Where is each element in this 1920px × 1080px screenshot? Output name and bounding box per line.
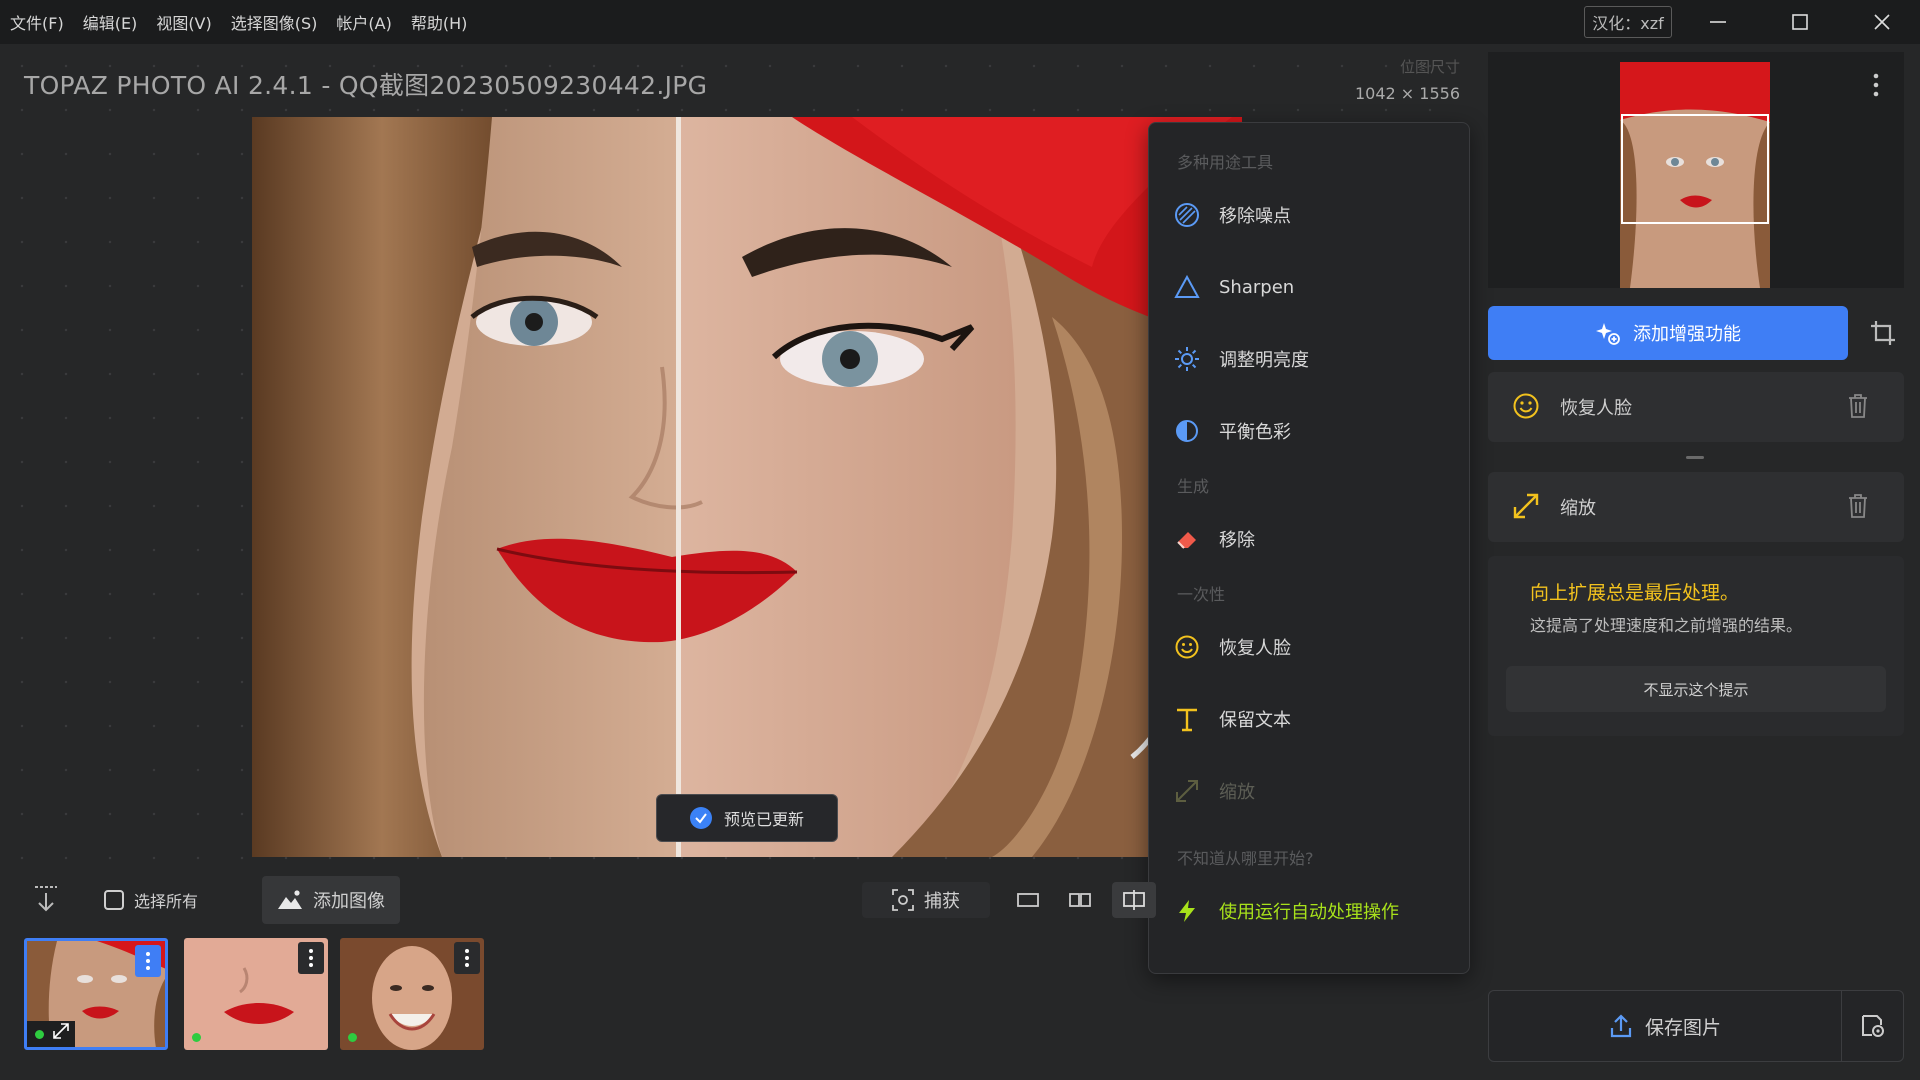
- menu-view[interactable]: 视图(V): [156, 10, 211, 34]
- menu-account[interactable]: 帐户(A): [336, 10, 391, 34]
- close-button[interactable]: [1850, 0, 1914, 44]
- save-bar: 保存图片: [1488, 990, 1904, 1062]
- delete-upscale-button[interactable]: [1846, 492, 1870, 524]
- menu-item-brightness[interactable]: 调整明亮度: [1173, 339, 1309, 379]
- menu-help[interactable]: 帮助(H): [411, 10, 468, 34]
- section-one-time: 一次性: [1177, 585, 1226, 604]
- denoise-icon: [1173, 201, 1201, 229]
- split-view-icon: [1123, 890, 1145, 910]
- thumb-more-button[interactable]: [454, 942, 480, 974]
- section-generate: 生成: [1177, 477, 1210, 496]
- preview-updated-toast: 预览已更新: [656, 794, 838, 842]
- side-by-side-icon: [1069, 893, 1091, 907]
- maximize-icon: [1792, 14, 1808, 30]
- add-image-button[interactable]: 添加图像: [262, 876, 400, 924]
- menu-item-recover-face[interactable]: 恢复人脸: [1173, 627, 1291, 667]
- thumb-more-button[interactable]: [135, 945, 161, 977]
- upscale-badge-icon: [53, 1023, 69, 1043]
- maximize-button[interactable]: [1768, 0, 1832, 44]
- tip-title: 向上扩展总是最后处理。: [1530, 582, 1740, 604]
- menu-edit[interactable]: 编辑(E): [83, 10, 138, 34]
- text-t-icon: [1173, 705, 1201, 733]
- import-arrow-icon: [35, 886, 57, 912]
- more-vertical-icon: [146, 952, 150, 970]
- drag-handle[interactable]: [1686, 456, 1704, 459]
- tip-body: 这提高了处理速度和之前增强的结果。: [1530, 616, 1803, 635]
- title-bar: 文件(F) 编辑(E) 视图(V) 选择图像(S) 帐户(A) 帮助(H) 汉化…: [0, 0, 1920, 44]
- enhancement-card-upscale[interactable]: 缩放: [1488, 472, 1904, 542]
- checkbox-box[interactable]: [104, 890, 124, 910]
- color-balance-icon: [1173, 417, 1201, 445]
- smiley-face-icon: [1173, 633, 1201, 661]
- filmstrip-thumb-1[interactable]: [24, 938, 168, 1050]
- more-vertical-icon: [465, 949, 469, 967]
- minimize-icon: [1710, 21, 1726, 23]
- comparison-divider[interactable]: [676, 117, 681, 857]
- eraser-icon: [1173, 525, 1201, 553]
- filmstrip-thumb-2[interactable]: [184, 938, 328, 1050]
- upload-icon: [1610, 1014, 1632, 1038]
- status-dot: [192, 1033, 201, 1042]
- crop-button[interactable]: [1862, 306, 1904, 360]
- save-settings-icon: [1862, 1015, 1884, 1037]
- sparkle-add-icon: [1596, 323, 1620, 345]
- close-icon: [1874, 14, 1890, 30]
- check-icon: [689, 807, 712, 829]
- save-options-button[interactable]: [1842, 991, 1904, 1061]
- navigator-viewport-frame[interactable]: [1621, 114, 1769, 224]
- split-view-button[interactable]: [1112, 882, 1156, 918]
- filmstrip-thumb-3[interactable]: [340, 938, 484, 1050]
- menu-item-sharpen[interactable]: Sharpen: [1173, 267, 1294, 307]
- import-button[interactable]: [32, 884, 60, 918]
- portrait-image: [252, 117, 1242, 857]
- menu-item-remove[interactable]: 移除: [1173, 519, 1255, 559]
- more-vertical-icon: [309, 949, 313, 967]
- section-help: 不知道从哪里开始?: [1177, 849, 1314, 868]
- menu-item-upscale: 缩放: [1173, 771, 1255, 811]
- minimize-button[interactable]: [1686, 0, 1750, 44]
- capture-button[interactable]: 捕获: [862, 882, 990, 918]
- toast-text: 预览已更新: [723, 810, 804, 829]
- single-view-icon: [1017, 893, 1039, 907]
- sun-icon: [1173, 345, 1201, 373]
- preview-image[interactable]: [252, 117, 1242, 857]
- mountain-image-icon: [278, 890, 302, 909]
- section-multipurpose: 多种用途工具: [1177, 153, 1274, 172]
- menu-item-balance-color[interactable]: 平衡色彩: [1173, 411, 1291, 451]
- trash-icon: [1849, 494, 1867, 518]
- image-size-value: 1042 × 1556: [1354, 84, 1460, 103]
- menu-item-preserve-text[interactable]: 保留文本: [1173, 699, 1291, 739]
- menu-file[interactable]: 文件(F): [10, 10, 64, 34]
- panel-more-button[interactable]: [1872, 72, 1880, 102]
- select-all-checkbox[interactable]: 选择所有: [104, 888, 198, 912]
- smiley-face-icon: [1512, 392, 1540, 424]
- menu-select-image[interactable]: 选择图像(S): [231, 10, 318, 34]
- upscale-arrows-icon: [1173, 777, 1201, 805]
- locale-badge: 汉化：xzf: [1584, 6, 1672, 38]
- upscale-tip: 向上扩展总是最后处理。 这提高了处理速度和之前增强的结果。 不显示这个提示: [1488, 556, 1904, 736]
- delete-recover-face-button[interactable]: [1846, 392, 1870, 424]
- sharpen-triangle-icon: [1173, 273, 1201, 301]
- trash-icon: [1849, 394, 1867, 418]
- more-vertical-icon: [1873, 73, 1879, 97]
- single-view-button[interactable]: [1006, 882, 1050, 918]
- crop-icon: [1871, 321, 1895, 345]
- enhancement-card-recover-face[interactable]: 恢复人脸: [1488, 372, 1904, 442]
- thumb-more-button[interactable]: [298, 942, 324, 974]
- lightning-bolt-icon: [1173, 897, 1201, 925]
- camera-capture-icon: [892, 889, 914, 911]
- upscale-arrows-icon: [1512, 492, 1540, 524]
- image-size-label: 位图尺寸: [1399, 58, 1460, 76]
- menu-item-autopilot[interactable]: 使用运行自动处理操作: [1173, 891, 1399, 931]
- menu-item-denoise[interactable]: 移除噪点: [1173, 195, 1291, 235]
- document-title: TOPAZ PHOTO AI 2.4.1 - QQ截图2023050923044…: [24, 71, 708, 100]
- dismiss-tip-button[interactable]: 不显示这个提示: [1506, 666, 1886, 712]
- side-by-side-view-button[interactable]: [1058, 882, 1102, 918]
- status-dot: [35, 1030, 44, 1039]
- add-enhancement-menu: 多种用途工具 移除噪点 Sharpen 调整明亮度 平衡色彩 生成 移除 一次性: [1148, 122, 1470, 974]
- status-dot: [348, 1033, 357, 1042]
- add-enhancement-button[interactable]: 添加增强功能: [1488, 306, 1848, 360]
- menu-bar: 文件(F) 编辑(E) 视图(V) 选择图像(S) 帐户(A) 帮助(H): [10, 0, 486, 44]
- save-image-button[interactable]: 保存图片: [1489, 991, 1841, 1061]
